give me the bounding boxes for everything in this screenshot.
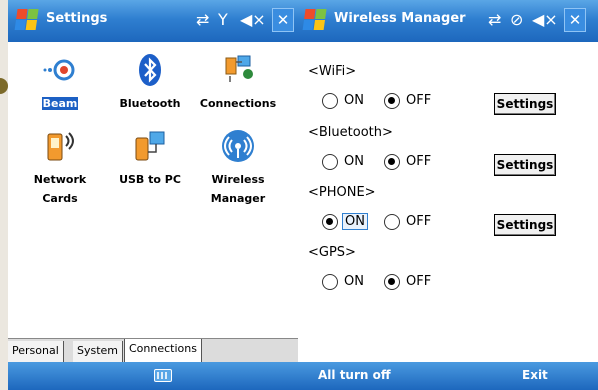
gps-section-label: <GPS>: [308, 245, 356, 260]
phone-section-label: <PHONE>: [308, 185, 376, 200]
gps-off-radio[interactable]: [384, 274, 400, 290]
wifi-on-radio[interactable]: [322, 93, 338, 109]
network-cards-icon: [42, 128, 78, 164]
keyboard-icon[interactable]: [154, 369, 172, 382]
network-cards-label: Network Cards: [33, 173, 87, 205]
background-window-edge: [0, 0, 8, 390]
start-menu-icon[interactable]: [302, 9, 327, 31]
beam-item[interactable]: Beam: [15, 52, 105, 111]
bluetooth-on-radio[interactable]: [322, 154, 338, 170]
settings-menubar: [8, 362, 298, 390]
phone-on-radio[interactable]: [322, 214, 338, 230]
usb-to-pc-label: USB to PC: [119, 173, 181, 186]
gps-on-label[interactable]: ON: [344, 274, 364, 289]
wifi-off-label[interactable]: OFF: [406, 93, 431, 108]
wifi-settings-button[interactable]: Settings: [494, 93, 556, 115]
start-menu-icon[interactable]: [14, 9, 39, 31]
wireless-manager-title: Wireless Manager: [334, 11, 466, 26]
tab-system[interactable]: System: [73, 341, 124, 363]
bluetooth-settings-button[interactable]: Settings: [494, 154, 556, 176]
exit-softkey[interactable]: Exit: [522, 368, 548, 382]
antenna-off-icon[interactable]: ⊘: [510, 10, 523, 30]
wifi-off-radio[interactable]: [384, 93, 400, 109]
bluetooth-off-label[interactable]: OFF: [406, 154, 431, 169]
phone-off-radio[interactable]: [384, 214, 400, 230]
gps-on-radio[interactable]: [322, 274, 338, 290]
tab-personal[interactable]: Personal: [8, 341, 64, 363]
wireless-manager-label: Wireless Manager: [210, 173, 266, 205]
bluetooth-label: Bluetooth: [119, 97, 181, 110]
usb-to-pc-icon: [132, 128, 168, 164]
settings-window: Settings ⇄ Y ◀× ✕ Beam Bluetooth Connect…: [0, 0, 298, 390]
settings-titlebar: Settings ⇄ Y ◀× ✕: [8, 0, 298, 42]
beam-icon: [42, 52, 78, 88]
all-turn-off-softkey[interactable]: All turn off: [318, 368, 391, 382]
bluetooth-icon: [132, 52, 168, 88]
wireless-manager-icon: [220, 128, 256, 164]
close-icon[interactable]: ✕: [564, 8, 586, 32]
usb-to-pc-item[interactable]: USB to PC: [105, 128, 195, 187]
wireless-manager-menubar: All turn off Exit: [298, 362, 598, 390]
wifi-section-label: <WiFi>: [308, 64, 357, 79]
settings-tabs: Personal System Connections: [8, 338, 298, 363]
wireless-manager-item[interactable]: Wireless Manager: [193, 128, 283, 206]
speaker-mute-icon[interactable]: ◀×: [532, 10, 558, 30]
bluetooth-item[interactable]: Bluetooth: [105, 52, 195, 111]
beam-label: Beam: [41, 97, 79, 110]
wireless-manager-titlebar: Wireless Manager ⇄ ⊘ ◀× ✕: [298, 0, 598, 42]
phone-settings-button[interactable]: Settings: [494, 214, 556, 236]
connectivity-icon[interactable]: ⇄: [488, 10, 501, 30]
tab-connections[interactable]: Connections: [124, 339, 202, 363]
connectivity-icon[interactable]: ⇄: [196, 10, 209, 30]
close-icon[interactable]: ✕: [272, 8, 294, 32]
connections-item[interactable]: Connections: [193, 52, 283, 111]
settings-title: Settings: [46, 11, 108, 26]
connections-label: Connections: [199, 97, 277, 110]
phone-on-label[interactable]: ON: [342, 213, 368, 230]
wireless-manager-window: Wireless Manager ⇄ ⊘ ◀× ✕ <WiFi> ON OFF …: [298, 0, 598, 390]
connections-icon: [220, 52, 256, 88]
bluetooth-off-radio[interactable]: [384, 154, 400, 170]
bluetooth-on-label[interactable]: ON: [344, 154, 364, 169]
wifi-on-label[interactable]: ON: [344, 93, 364, 108]
network-cards-item[interactable]: Network Cards: [15, 128, 105, 206]
speaker-mute-icon[interactable]: ◀×: [240, 10, 266, 30]
gps-off-label[interactable]: OFF: [406, 274, 431, 289]
bluetooth-section-label: <Bluetooth>: [308, 125, 393, 140]
antenna-icon[interactable]: Y: [218, 10, 228, 30]
phone-off-label[interactable]: OFF: [406, 214, 431, 229]
